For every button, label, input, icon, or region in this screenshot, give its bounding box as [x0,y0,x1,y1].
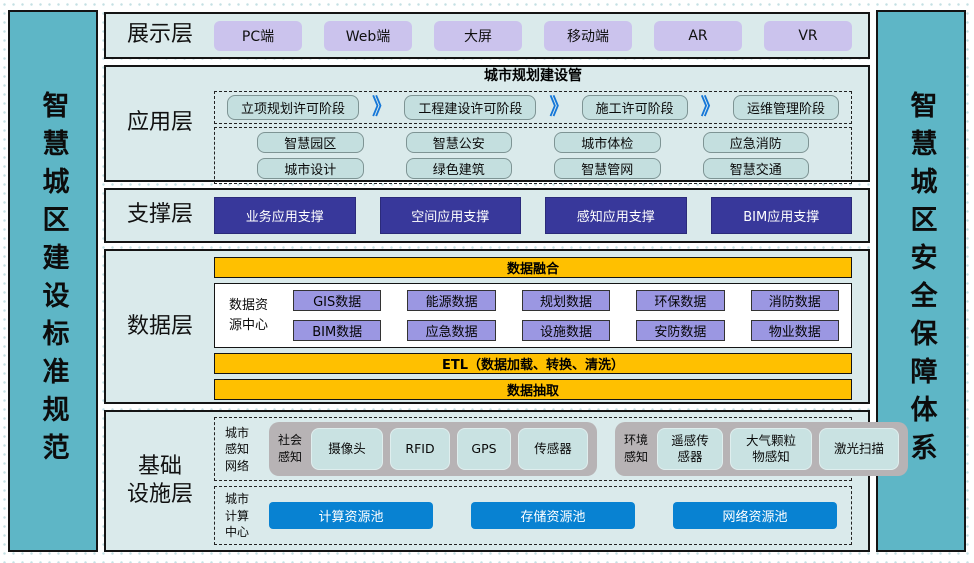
dataset-gis: GIS数据 [293,290,381,311]
sensor-laser-scan: 激光扫描 [819,428,899,470]
dataset-planning: 规划数据 [522,290,610,311]
app-smart-traffic: 智慧交通 [703,158,810,179]
presentation-layer-label: 展示层 [106,21,214,50]
data-resource-center-label: 数据资 源中心 [229,296,281,335]
app-smart-pipeline: 智慧管网 [554,158,661,179]
sensor-remote-sensing: 遥感传 感器 [657,428,723,470]
social-sensing-group: 社会 感知 摄像头 RFID GPS 传感器 [269,422,597,476]
support-items: 业务应用支撑 空间应用支撑 感知应用支撑 BIM应用支撑 [214,197,868,234]
application-title: 城市规划建设管 [214,63,852,88]
infrastructure-content: 城市 感知 网络 社会 感知 摄像头 RFID GPS 传感器 环境 感知 遥感… [214,412,868,550]
dataset-grid: GIS数据 能源数据 规划数据 环保数据 消防数据 BIM数据 应急数据 设施数… [293,290,839,341]
chevron-right-icon: 》 [701,97,720,119]
application-layer: 应用层 城市规划建设管 立项规划许可阶段 》 工程建设许可阶段 》 施工许可阶段… [104,65,870,182]
app-smart-police: 智慧公安 [406,132,513,153]
stage-flow: 立项规划许可阶段 》 工程建设许可阶段 》 施工许可阶段 》 运维管理阶段 [214,91,852,124]
left-banner: 智慧城区建设标准规范 [8,10,98,552]
application-layer-label: 应用层 [106,109,214,138]
dataset-bim: BIM数据 [293,320,381,341]
dataset-facility: 设施数据 [522,320,610,341]
dataset-security: 安防数据 [636,320,724,341]
app-grid: 智慧园区 智慧公安 城市体检 应急消防 城市设计 绿色建筑 智慧管网 智慧交通 [214,127,852,184]
compute-center-label: 城市 计算 中心 [225,491,261,540]
sensor-particulate: 大气颗粒 物感知 [730,428,812,470]
chevron-right-icon: 》 [372,97,391,119]
app-emergency-fire: 应急消防 [703,132,810,153]
sensor-camera: 摄像头 [311,428,383,470]
data-extract-bar: 数据抽取 [214,379,852,400]
dataset-fire: 消防数据 [751,290,839,311]
dataset-property: 物业数据 [751,320,839,341]
dataset-environment: 环保数据 [636,290,724,311]
support-bim: BIM应用支撑 [711,197,853,234]
data-layer: 数据层 数据融合 数据资 源中心 GIS数据 能源数据 规划数据 环保数据 消防… [104,249,870,404]
data-resource-center: 数据资 源中心 GIS数据 能源数据 规划数据 环保数据 消防数据 BIM数据 … [214,283,852,348]
stage-operations: 运维管理阶段 [733,95,839,120]
right-banner-text: 智慧城区安全保障体系 [908,91,935,471]
city-compute-center: 城市 计算 中心 计算资源池 存储资源池 网络资源池 [214,486,852,545]
presentation-item-bigscreen: 大屏 [434,21,522,51]
etl-bar: ETL（数据加载、转换、清洗） [214,353,852,374]
chevron-right-icon: 》 [549,97,568,119]
presentation-item-ar: AR [654,21,742,51]
dataset-energy: 能源数据 [407,290,495,311]
app-green-building: 绿色建筑 [406,158,513,179]
application-content: 城市规划建设管 立项规划许可阶段 》 工程建设许可阶段 》 施工许可阶段 》 运… [214,61,868,186]
support-business: 业务应用支撑 [214,197,356,234]
support-layer-label: 支撑层 [106,201,214,230]
app-city-checkup: 城市体检 [554,132,661,153]
presentation-item-mobile: 移动端 [544,21,632,51]
app-smart-park: 智慧园区 [257,132,364,153]
city-sensing-network: 城市 感知 网络 社会 感知 摄像头 RFID GPS 传感器 环境 感知 遥感… [214,417,852,481]
smart-city-architecture-diagram: 智慧城区建设标准规范 智慧城区安全保障体系 展示层 PC端 Web端 大屏 移动… [0,0,974,563]
infrastructure-layer: 基础 设施层 城市 感知 网络 社会 感知 摄像头 RFID GPS 传感器 环… [104,410,870,552]
stage-work-permit: 施工许可阶段 [582,95,688,120]
stage-approval: 立项规划许可阶段 [227,95,359,120]
presentation-items: PC端 Web端 大屏 移动端 AR VR [214,21,868,51]
presentation-item-vr: VR [764,21,852,51]
presentation-item-pc: PC端 [214,21,302,51]
environment-sensing-label: 环境 感知 [624,432,650,467]
presentation-item-web: Web端 [324,21,412,51]
support-layer: 支撑层 业务应用支撑 空间应用支撑 感知应用支撑 BIM应用支撑 [104,188,870,243]
stage-construction-permit: 工程建设许可阶段 [404,95,536,120]
storage-pool: 存储资源池 [471,502,635,529]
environment-sensing-group: 环境 感知 遥感传 感器 大气颗粒 物感知 激光扫描 [615,422,908,476]
sensing-network-label: 城市 感知 网络 [225,425,261,474]
network-pool: 网络资源池 [673,502,837,529]
app-urban-design: 城市设计 [257,158,364,179]
compute-pool: 计算资源池 [269,502,433,529]
sensor-generic: 传感器 [518,428,588,470]
data-layer-label: 数据层 [106,313,214,342]
support-sensing: 感知应用支撑 [545,197,687,234]
support-spatial: 空间应用支撑 [380,197,522,234]
sensor-rfid: RFID [390,428,450,470]
data-content: 数据融合 数据资 源中心 GIS数据 能源数据 规划数据 环保数据 消防数据 B… [214,251,868,402]
social-sensing-label: 社会 感知 [278,432,304,467]
dataset-emergency: 应急数据 [407,320,495,341]
resource-pools: 计算资源池 存储资源池 网络资源池 [269,502,841,529]
sensor-gps: GPS [457,428,511,470]
layer-stack: 展示层 PC端 Web端 大屏 移动端 AR VR 应用层 城市规划建设管 立项… [104,12,870,552]
data-fusion-bar: 数据融合 [214,257,852,278]
presentation-layer: 展示层 PC端 Web端 大屏 移动端 AR VR [104,12,870,59]
infrastructure-layer-label: 基础 设施层 [106,453,214,510]
left-banner-text: 智慧城区建设标准规范 [40,91,67,471]
